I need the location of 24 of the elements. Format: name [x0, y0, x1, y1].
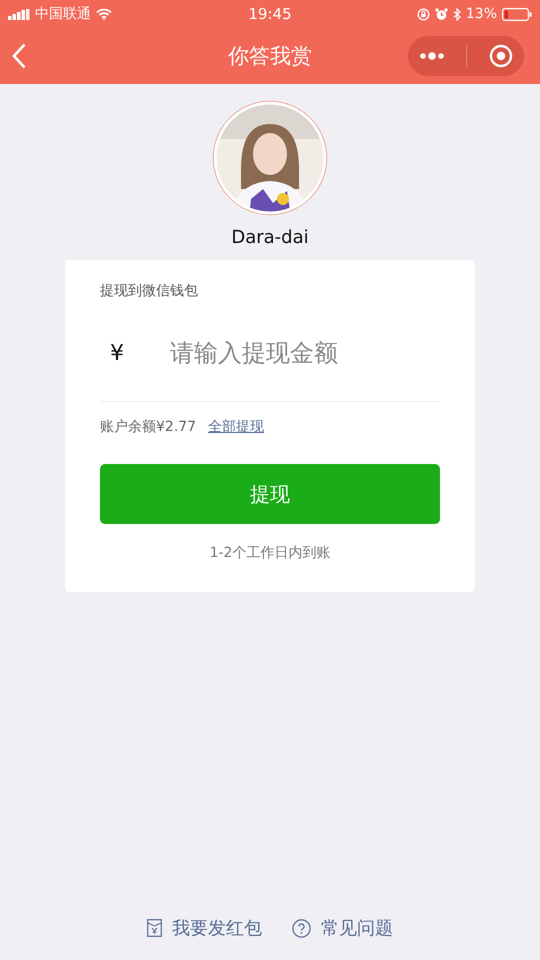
bluetooth-icon [452, 8, 461, 20]
arrival-note: 1-2个工作日内到账 [210, 544, 330, 562]
close-icon[interactable] [489, 44, 514, 68]
wifi-icon [96, 8, 112, 20]
withdraw-button[interactable]: 提现 [100, 464, 440, 524]
page-title: 你答我赏 [228, 43, 312, 70]
carrier-name: 中国联通 [35, 5, 91, 23]
alarm-icon [434, 8, 448, 20]
withdraw-all-link[interactable]: 全部提现 [208, 418, 264, 436]
more-icon[interactable] [418, 52, 445, 60]
status-time: 19:45 [248, 5, 292, 23]
envelope-icon [147, 919, 162, 937]
back-icon[interactable] [12, 43, 26, 69]
user-name: Dara-dai [231, 227, 309, 248]
footer-link[interactable]: 常见问题 [292, 916, 393, 940]
rotation-lock-icon [416, 8, 430, 20]
help-icon [292, 918, 311, 938]
currency-symbol: ¥ [109, 340, 125, 366]
battery-icon [502, 8, 532, 20]
footer-link[interactable]: 我要发红包 [147, 916, 262, 940]
battery-percent: 13% [466, 6, 497, 22]
signal-icon [8, 8, 30, 20]
card-heading: 提现到微信钱包 [100, 282, 199, 300]
account-balance: 账户余额¥2.77 [100, 418, 196, 436]
